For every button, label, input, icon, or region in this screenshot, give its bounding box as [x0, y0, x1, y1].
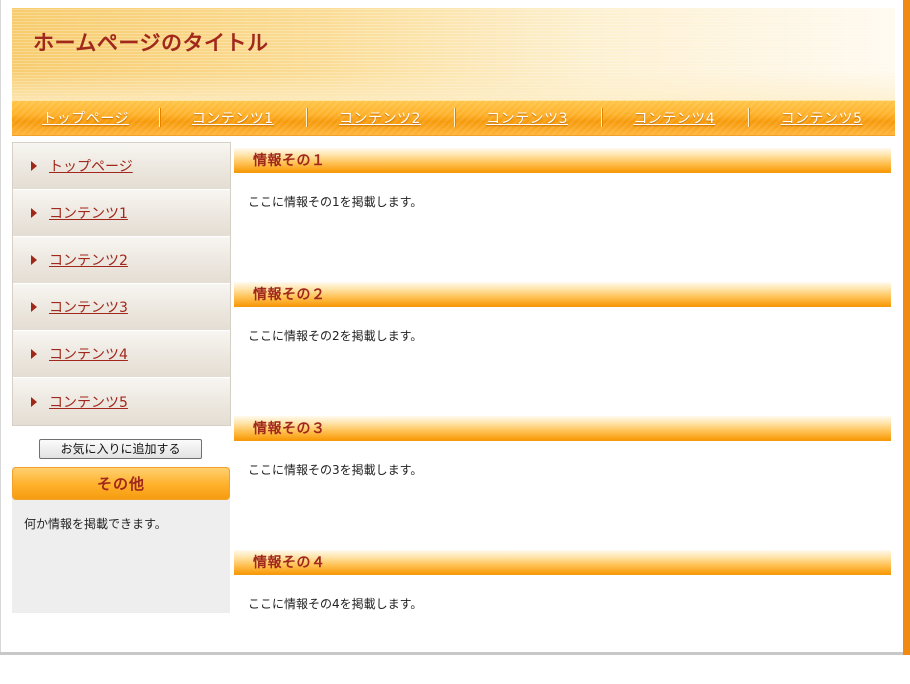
site-header: ホームページのタイトル [12, 8, 895, 100]
main-content: 情報その１ ここに情報その1を掲載します。 情報その２ ここに情報その2を掲載し… [234, 148, 891, 684]
other-heading-bar: その他 [12, 467, 230, 500]
info-section: 情報その１ ここに情報その1を掲載します。 [234, 148, 891, 282]
section-heading-bar: 情報その４ [234, 550, 891, 575]
section-heading: 情報その４ [253, 555, 326, 571]
topnav-link-contents2[interactable]: コンテンツ2 [339, 108, 421, 128]
section-text: ここに情報その3を掲載します。 [248, 463, 423, 477]
sidebar-item-contents2: コンテンツ2 [13, 237, 230, 284]
section-heading-bar: 情報その２ [234, 282, 891, 307]
section-text: ここに情報その4を掲載します。 [248, 597, 423, 611]
section-heading-bar: 情報その３ [234, 416, 891, 441]
sidebar-link-contents4[interactable]: コンテンツ4 [49, 344, 128, 364]
site-title: ホームページのタイトル [33, 31, 269, 55]
sidebar-link-contents5[interactable]: コンテンツ5 [49, 392, 128, 412]
topnav-item-contents3: コンテンツ3 [453, 101, 601, 135]
section-heading: 情報その１ [253, 153, 326, 169]
topnav-item-top: トップページ [12, 101, 159, 135]
arrow-right-icon [31, 161, 37, 171]
sidebar-link-top[interactable]: トップページ [49, 156, 133, 176]
arrow-right-icon [31, 302, 37, 312]
arrow-right-icon [31, 396, 37, 407]
section-heading: 情報その２ [253, 287, 326, 303]
info-section: 情報その２ ここに情報その2を掲載します。 [234, 282, 891, 416]
section-text: ここに情報その2を掲載します。 [248, 329, 423, 343]
sidebar-item-contents4: コンテンツ4 [13, 331, 230, 378]
other-info-box: その他 何か情報を掲載できます。 [12, 467, 230, 613]
topnav-link-contents3[interactable]: コンテンツ3 [486, 108, 568, 128]
topnav-link-contents5[interactable]: コンテンツ5 [780, 108, 862, 128]
sidebar-item-contents3: コンテンツ3 [13, 284, 230, 331]
info-section: 情報その４ ここに情報その4を掲載します。 [234, 550, 891, 684]
other-heading: その他 [96, 475, 145, 493]
topnav-link-contents4[interactable]: コンテンツ4 [633, 108, 715, 128]
topnav-item-contents2: コンテンツ2 [306, 101, 453, 135]
section-heading-bar: 情報その１ [234, 148, 891, 173]
arrow-right-icon [31, 349, 37, 359]
topnav-link-top[interactable]: トップページ [42, 108, 129, 128]
topnav-item-contents4: コンテンツ4 [600, 101, 748, 135]
sidebar-item-contents5: コンテンツ5 [13, 378, 230, 425]
topnav-link-contents1[interactable]: コンテンツ1 [192, 108, 274, 128]
add-favorite-button[interactable]: お気に入りに追加する [39, 439, 202, 459]
window-left-border [0, 0, 1, 655]
page: ホームページのタイトル トップページ コンテンツ1 コンテンツ2 コンテンツ3 … [12, 8, 895, 653]
arrow-right-icon [31, 208, 37, 218]
page-right-border [903, 0, 910, 655]
sidebar-menu: トップページ コンテンツ1 コンテンツ2 コンテンツ3 コンテンツ4 コンテンツ… [12, 142, 231, 426]
section-heading: 情報その３ [253, 421, 326, 437]
arrow-right-icon [31, 255, 37, 265]
sidebar-link-contents2[interactable]: コンテンツ2 [49, 250, 128, 270]
top-navigation: トップページ コンテンツ1 コンテンツ2 コンテンツ3 コンテンツ4 コンテンツ… [12, 100, 895, 136]
sidebar-link-contents3[interactable]: コンテンツ3 [49, 297, 128, 317]
topnav-item-contents1: コンテンツ1 [159, 101, 306, 135]
info-section: 情報その３ ここに情報その3を掲載します。 [234, 416, 891, 550]
sidebar-item-top: トップページ [13, 143, 230, 190]
sidebar-item-contents1: コンテンツ1 [13, 190, 230, 237]
sidebar-link-contents1[interactable]: コンテンツ1 [49, 203, 128, 223]
section-text: ここに情報その1を掲載します。 [248, 195, 423, 209]
topnav-item-contents5: コンテンツ5 [747, 101, 895, 135]
other-text: 何か情報を掲載できます。 [24, 517, 167, 531]
